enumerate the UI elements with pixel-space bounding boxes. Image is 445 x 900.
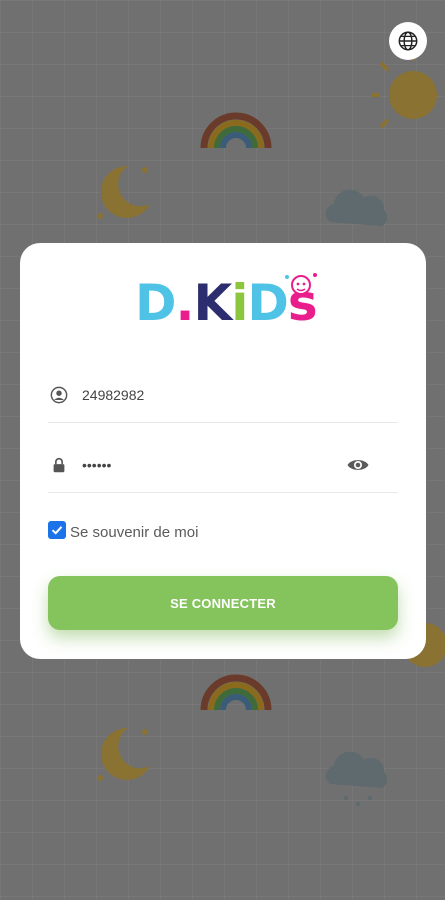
remember-me[interactable]: Se souvenir de moi bbox=[48, 519, 198, 541]
username-field bbox=[48, 367, 398, 423]
logo-letter: . bbox=[175, 274, 195, 332]
remember-me-label: Se souvenir de moi bbox=[70, 523, 199, 541]
username-input[interactable] bbox=[82, 381, 342, 409]
dkids-logo: D.KiDs bbox=[135, 269, 318, 339]
user-icon bbox=[50, 386, 68, 404]
lock-icon bbox=[53, 457, 65, 473]
logo-letter: i bbox=[231, 274, 248, 332]
login-button[interactable]: SE CONNECTER bbox=[48, 576, 398, 630]
login-card: D.KiDs 24982982 •••••• Se souvenir de mo… bbox=[20, 243, 426, 659]
password-input[interactable] bbox=[82, 451, 342, 479]
logo-letter: D bbox=[135, 274, 177, 332]
moon-icon bbox=[97, 727, 150, 781]
globe-icon bbox=[398, 31, 418, 51]
rainbow-icon bbox=[200, 674, 272, 711]
moon-icon bbox=[97, 165, 150, 219]
logo-letter: K bbox=[193, 274, 233, 332]
logo-mascot-icon bbox=[285, 273, 317, 295]
eye-icon[interactable] bbox=[346, 453, 370, 477]
rainbow-icon bbox=[200, 112, 272, 149]
cloud-icon bbox=[325, 189, 388, 226]
password-field bbox=[48, 437, 398, 493]
checkmark-icon bbox=[51, 526, 63, 535]
cloud-icon bbox=[325, 751, 388, 806]
remember-me-checkbox[interactable] bbox=[48, 521, 66, 539]
language-button[interactable] bbox=[389, 22, 427, 60]
